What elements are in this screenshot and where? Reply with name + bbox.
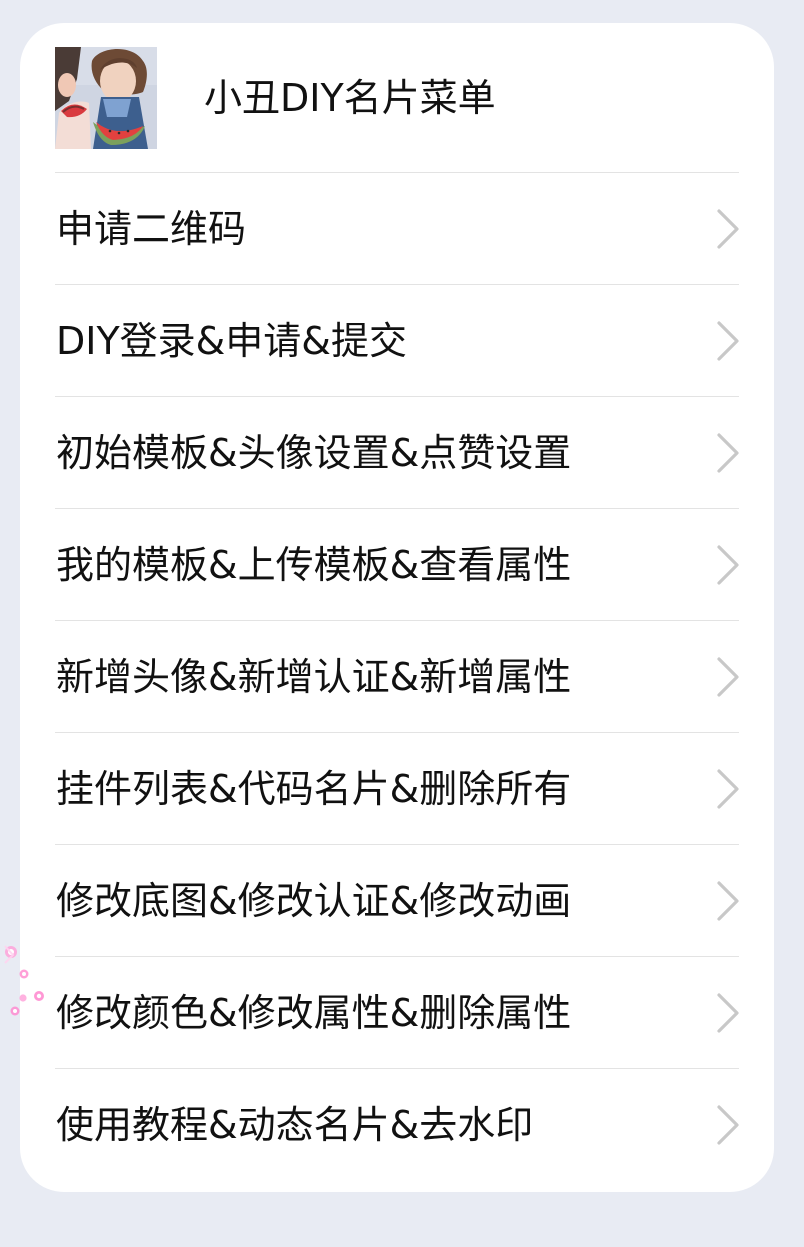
menu-item-label: 修改颜色&修改属性&删除属性 <box>56 990 572 1035</box>
menu-item-label: 新增头像&新增认证&新增属性 <box>56 654 572 699</box>
chevron-right-icon <box>717 208 739 249</box>
chevron-right-icon <box>717 656 739 697</box>
menu-item-tutorial[interactable]: 使用教程&动态名片&去水印 <box>55 1069 739 1181</box>
menu-item-my-template[interactable]: 我的模板&上传模板&查看属性 <box>55 509 739 621</box>
menu-list: 申请二维码 DIY登录&申请&提交 初始模板&头像设置&点赞设置 我的模板&上传… <box>55 172 739 1181</box>
menu-item-label: 申请二维码 <box>56 206 247 251</box>
menu-card: 小丑DIY名片菜单 申请二维码 DIY登录&申请&提交 初始模板&头像设置&点赞… <box>20 23 774 1192</box>
menu-header: 小丑DIY名片菜单 <box>55 47 739 149</box>
chevron-right-icon <box>717 880 739 921</box>
menu-item-pendant-list[interactable]: 挂件列表&代码名片&删除所有 <box>55 733 739 845</box>
menu-item-label: 使用教程&动态名片&去水印 <box>56 1103 534 1147</box>
menu-item-add-avatar[interactable]: 新增头像&新增认证&新增属性 <box>55 621 739 733</box>
menu-item-label: 我的模板&上传模板&查看属性 <box>56 542 572 587</box>
menu-item-initial-template[interactable]: 初始模板&头像设置&点赞设置 <box>55 397 739 509</box>
chevron-right-icon <box>717 992 739 1033</box>
menu-item-modify-color[interactable]: 修改颜色&修改属性&删除属性 <box>55 957 739 1069</box>
menu-item-label: DIY登录&申请&提交 <box>56 318 407 363</box>
menu-item-apply-qr-code[interactable]: 申请二维码 <box>55 173 739 285</box>
menu-item-label: 修改底图&修改认证&修改动画 <box>56 878 572 923</box>
menu-item-label: 挂件列表&代码名片&删除所有 <box>56 766 572 811</box>
menu-item-diy-login[interactable]: DIY登录&申请&提交 <box>55 285 739 397</box>
chevron-right-icon <box>717 544 739 585</box>
menu-title: 小丑DIY名片菜单 <box>204 76 496 120</box>
menu-item-label: 初始模板&头像设置&点赞设置 <box>56 430 572 475</box>
avatar-illustration <box>55 47 157 149</box>
chevron-right-icon <box>717 768 739 809</box>
chevron-right-icon <box>717 432 739 473</box>
menu-item-modify-background[interactable]: 修改底图&修改认证&修改动画 <box>55 845 739 957</box>
chevron-right-icon <box>717 1105 739 1145</box>
avatar <box>55 47 157 149</box>
chevron-right-icon <box>717 320 739 361</box>
